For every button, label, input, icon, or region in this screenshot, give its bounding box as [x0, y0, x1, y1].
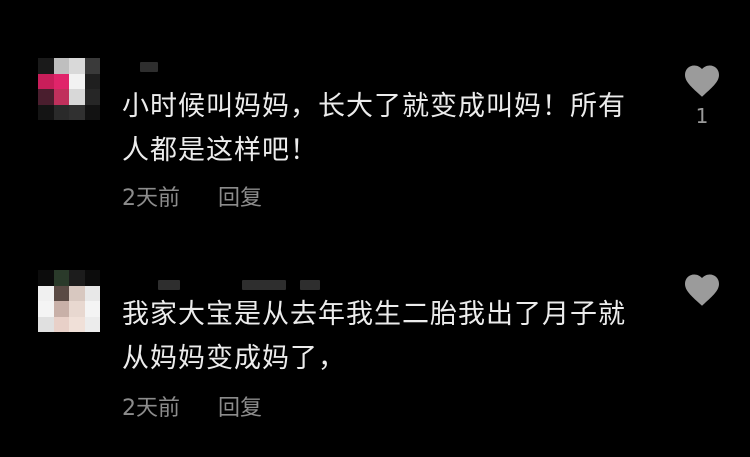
avatar-pixel [69, 285, 85, 301]
like-button[interactable] [682, 273, 722, 313]
comment-meta: 2天前 回复 [122, 390, 262, 422]
avatar-pixel [84, 301, 100, 317]
reply-button[interactable]: 回复 [218, 180, 262, 212]
avatar-pixel [53, 104, 69, 120]
avatar-pixel [69, 89, 85, 105]
comment-meta: 2天前 回复 [122, 180, 262, 212]
avatar-pixel [38, 270, 54, 286]
avatar-pixel [84, 104, 100, 120]
avatar-pixel [53, 301, 69, 317]
avatar-pixel [38, 73, 54, 89]
avatar-pixel [53, 316, 69, 332]
heart-icon[interactable] [682, 273, 722, 307]
avatar[interactable] [38, 270, 100, 332]
avatar-pixel [53, 89, 69, 105]
avatar-pixel [38, 301, 54, 317]
avatar-pixel [53, 73, 69, 89]
avatar-pixel [84, 316, 100, 332]
avatar-pixel [84, 285, 100, 301]
avatar-pixel [84, 89, 100, 105]
avatar-pixel [69, 301, 85, 317]
avatar-pixel [53, 285, 69, 301]
comment-text: 我家大宝是从去年我生二胎我出了月子就从妈妈变成妈了， [122, 299, 626, 374]
avatar-pixel [69, 58, 85, 74]
avatar-pixel [38, 316, 54, 332]
avatar-pixel [38, 58, 54, 74]
comment-time: 2天前 [122, 396, 180, 421]
comment-item: 小时候叫妈妈，长大了就变成叫妈！所有人都是这样吧！ 2天前 回复 1 [0, 0, 750, 230]
avatar-pixel [84, 73, 100, 89]
reply-button[interactable]: 回复 [218, 390, 262, 422]
avatar-pixel [69, 73, 85, 89]
avatar-pixel [53, 270, 69, 286]
avatar-pixel [84, 270, 100, 286]
avatar-pixel [84, 58, 100, 74]
comment-text: 小时候叫妈妈，长大了就变成叫妈！所有人都是这样吧！ [122, 91, 626, 166]
avatar-pixel [38, 89, 54, 105]
username-blurred[interactable] [158, 280, 328, 290]
heart-icon[interactable] [682, 64, 722, 98]
avatar-pixel [53, 58, 69, 74]
avatar-pixel [69, 316, 85, 332]
like-count: 1 [695, 104, 709, 128]
avatar[interactable] [38, 58, 100, 120]
avatar-pixel [69, 270, 85, 286]
comment-time: 2天前 [122, 186, 180, 211]
avatar-pixel [38, 285, 54, 301]
like-button[interactable]: 1 [682, 64, 722, 128]
comment-item: 我家大宝是从去年我生二胎我出了月子就从妈妈变成妈了， 2天前 回复 [0, 240, 750, 457]
avatar-pixel [69, 104, 85, 120]
avatar-pixel [38, 104, 54, 120]
username-blurred[interactable] [140, 62, 160, 72]
